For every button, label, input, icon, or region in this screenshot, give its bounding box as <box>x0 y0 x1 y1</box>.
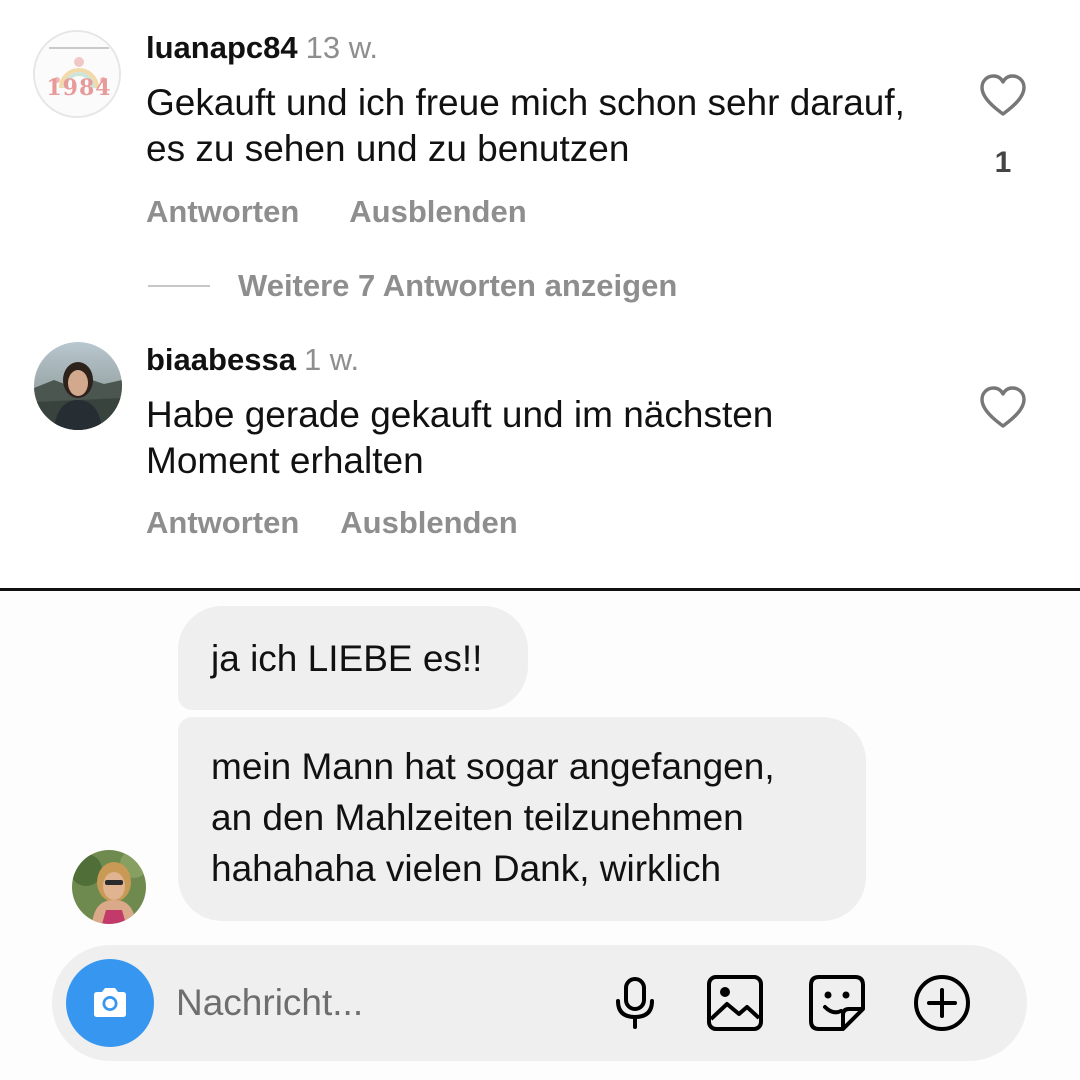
heart-icon[interactable] <box>978 72 1028 118</box>
avatar-badge-text: 1984 <box>46 75 112 101</box>
message-line: hahahaha vielen Dank, wirklich <box>211 848 722 889</box>
reply-button[interactable]: Antworten <box>146 194 299 229</box>
comment-actions: Antworten Ausblenden <box>146 505 518 541</box>
message-text: ja ich LIEBE es!! <box>211 638 483 679</box>
comment-time: 1 w. <box>303 342 360 377</box>
message-bubble[interactable]: mein Mann hat sogar angefangen, an den M… <box>178 717 866 921</box>
microphone-icon[interactable] <box>605 973 665 1033</box>
username[interactable]: biaabessa <box>146 342 296 377</box>
comment-text: Gekauft und ich freue mich schon sehr da… <box>146 82 905 169</box>
comment-time: 13 w. <box>305 30 379 65</box>
message-input[interactable] <box>176 975 576 1031</box>
camera-button[interactable] <box>66 959 154 1047</box>
dm-chat: ja ich LIEBE es!! mein Mann hat sogar an… <box>0 591 1080 1080</box>
message-line: mein Mann hat sogar angefangen, <box>211 746 775 787</box>
reply-button[interactable]: Antworten <box>146 505 299 540</box>
gallery-icon[interactable] <box>705 973 765 1033</box>
message-line: an den Mahlzeiten teilzunehmen <box>211 797 744 838</box>
sender-avatar[interactable] <box>72 850 146 924</box>
message-composer <box>52 945 1027 1061</box>
avatar[interactable]: 1984 <box>33 30 121 118</box>
view-more-replies-label[interactable]: Weitere 7 Antworten anzeigen <box>238 268 677 304</box>
avatar[interactable] <box>34 342 122 430</box>
message-bubble[interactable]: ja ich LIEBE es!! <box>178 606 528 710</box>
heart-icon[interactable] <box>978 384 1028 430</box>
comment-text: Habe gerade gekauft und im nächsten Mome… <box>146 394 774 481</box>
replies-divider-line <box>148 285 210 287</box>
username[interactable]: luanapc84 <box>146 30 298 65</box>
comments-section: 1984 luanapc84 13 w. Gekauft und ich freu… <box>0 0 1080 588</box>
comment-actions: Antworten Ausblenden <box>146 194 527 230</box>
hide-button[interactable]: Ausblenden <box>349 194 526 229</box>
sticker-icon[interactable] <box>807 973 867 1033</box>
comment-header: luanapc84 13 w. <box>146 30 378 66</box>
camera-icon <box>94 988 126 1017</box>
plus-circle-icon[interactable] <box>912 973 972 1033</box>
hide-button[interactable]: Ausblenden <box>340 505 517 540</box>
comment-header: biaabessa 1 w. <box>146 342 359 378</box>
like-count: 1 <box>994 146 1012 179</box>
